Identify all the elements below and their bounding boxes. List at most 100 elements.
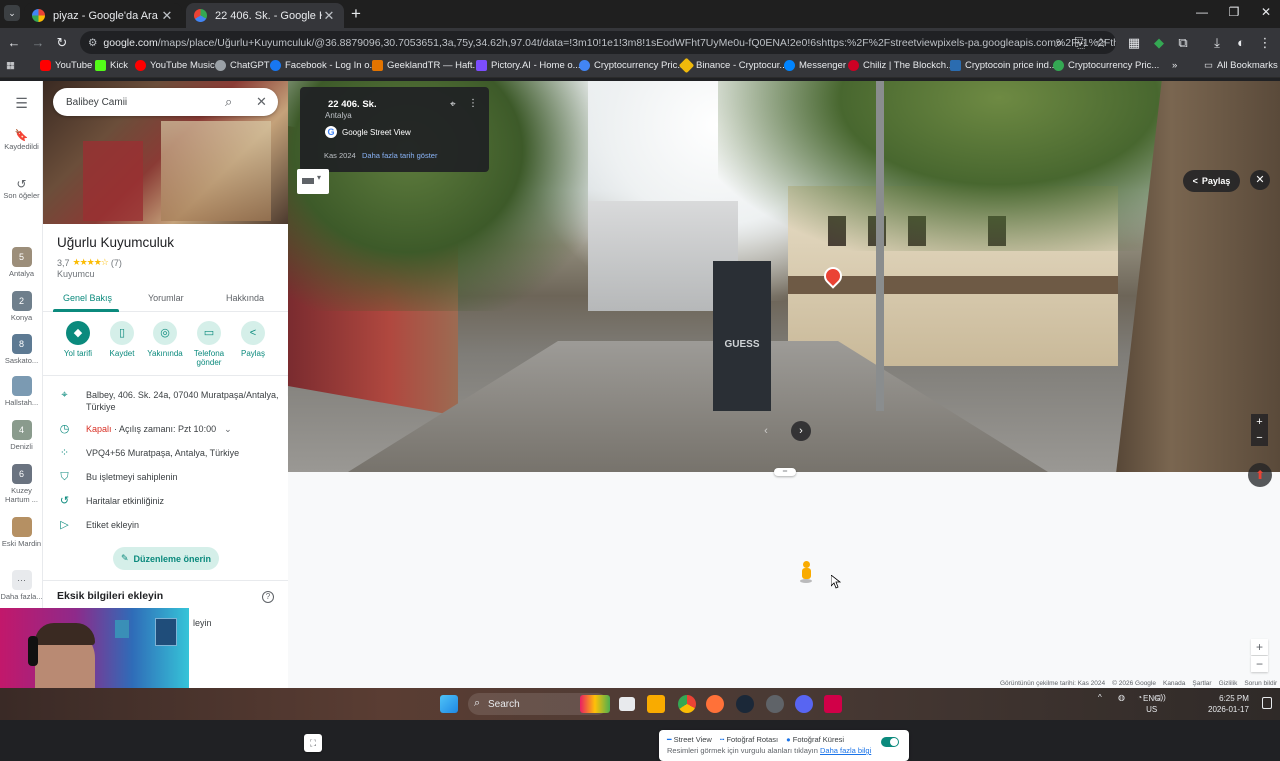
compass-icon[interactable]: ⬆ (1248, 463, 1272, 487)
map-zoom-in-button[interactable]: + (1251, 639, 1268, 655)
sv-share-button[interactable]: < Paylaş (1183, 170, 1240, 192)
place-category[interactable]: Kuyumcu (57, 269, 95, 279)
start-windows-icon[interactable] (440, 695, 458, 713)
bookmark-item[interactable]: Chiliz | The Blockch... (848, 60, 954, 71)
download-icon[interactable]: ⤓ (1208, 34, 1226, 52)
bookmark-star-icon[interactable]: ☆ (1092, 34, 1110, 52)
rail-recent-place[interactable]: 4 Denizli (0, 420, 43, 451)
bookmark-item[interactable]: GeeklandTR — Haft... (372, 60, 480, 71)
back-icon[interactable]: ← (5, 34, 23, 52)
extension-shield-icon[interactable]: ◆ (1150, 34, 1168, 52)
more-options-icon[interactable]: ⋮ (468, 98, 478, 109)
suggest-edit-button[interactable]: ✎ Düzenleme önerin (113, 547, 219, 570)
rail-recent-place[interactable]: 8 Saskato... (0, 334, 43, 365)
bookmark-item[interactable]: Cryptocurrency Pric... (579, 60, 685, 71)
more-dates-link[interactable]: Daha fazla tarih göster (362, 151, 437, 160)
bookmark-item[interactable]: Messenger (784, 60, 846, 71)
location-pin-icon[interactable]: ⌖ (450, 99, 456, 110)
extension-qr-icon[interactable]: ▦ (1125, 34, 1143, 52)
minimap-toggle[interactable]: ▾ (297, 169, 329, 194)
bookmark-item[interactable]: Pictory.AI - Home o... (476, 60, 581, 71)
menu-icon[interactable]: ☰ (0, 95, 43, 112)
rail-recent-place[interactable]: 5 Antalya (0, 247, 43, 278)
bookmarks-overflow-button[interactable]: » (1172, 60, 1177, 71)
plus-code-row[interactable]: ⁘ VPQ4+56 Muratpaşa, Antalya, Türkiye (57, 447, 283, 459)
directions-button[interactable]: ◆ Yol tarifi (55, 321, 101, 358)
sv-zoom-in-button[interactable]: + (1251, 414, 1268, 430)
pegman-icon[interactable] (800, 561, 812, 583)
steam-icon[interactable] (736, 695, 754, 713)
clear-search-icon[interactable]: ✕ (256, 94, 267, 110)
nearby-button[interactable]: ◎ Yakınında (142, 321, 188, 358)
file-explorer-icon[interactable] (647, 695, 665, 713)
window-maximize-button[interactable]: ❐ (1222, 5, 1246, 19)
search-box[interactable]: Balibey Camii ⌕ ✕ (53, 88, 278, 116)
share-button[interactable]: < Paylaş (230, 321, 276, 358)
bookmark-item[interactable]: Facebook - Log In o... (270, 60, 377, 71)
browser-menu-icon[interactable]: ⋮ (1256, 34, 1274, 52)
forward-icon[interactable]: → (29, 34, 47, 52)
widgets-icon[interactable] (580, 695, 610, 713)
bookmark-item[interactable]: Cryptocoin price ind... (950, 60, 1057, 71)
sv-close-button[interactable]: ✕ (1250, 170, 1270, 190)
claim-business-row[interactable]: ⛉ Bu işletmeyi sahiplenin (57, 471, 283, 483)
map-zoom-out-button[interactable]: − (1251, 656, 1268, 672)
install-app-icon[interactable]: ⎘ (1071, 34, 1089, 52)
bookmark-item[interactable]: YouTube (40, 60, 92, 71)
more-info-link[interactable]: Daha fazla bilgi (820, 746, 871, 755)
bookmark-item[interactable]: YouTube Music (135, 60, 215, 71)
wifi-icon[interactable]: ◔ (1137, 693, 1142, 702)
profile-avatar-icon[interactable]: ◐ (1232, 34, 1250, 52)
discord-icon[interactable] (795, 695, 813, 713)
taskbar-clock[interactable]: 6:25 PM 2026-01-17 (1208, 693, 1249, 715)
rating-row[interactable]: 3,7 ★★★★☆ (7) (57, 257, 122, 268)
missing-info-item[interactable]: leyin (193, 618, 212, 628)
window-close-button[interactable]: ✕ (1254, 5, 1278, 19)
extensions-puzzle-icon[interactable]: ⧉ (1174, 34, 1192, 52)
rail-saved[interactable]: 🔖 Kaydedildi (0, 129, 43, 151)
notifications-icon[interactable] (1262, 697, 1272, 709)
address-bar[interactable]: ⚙ google.com/maps/place/Uğurlu+Kuyumculu… (80, 31, 1116, 54)
reload-icon[interactable]: ↻ (53, 34, 71, 52)
resize-handle[interactable]: ═ (774, 468, 796, 476)
add-label-row[interactable]: ▷ Etiket ekleyin (57, 519, 283, 531)
window-minimize-button[interactable]: — (1190, 5, 1214, 19)
all-bookmarks-button[interactable]: ▭ All Bookmarks (1204, 60, 1278, 71)
tray-chevron-icon[interactable]: ^ (1098, 693, 1102, 702)
tab-close-icon[interactable]: ✕ (322, 8, 336, 24)
bookmark-item[interactable]: Kick (95, 60, 128, 71)
bookmark-item[interactable]: ChatGPT (215, 60, 270, 71)
hours-row[interactable]: ◷ Kapalı · Açılış zamanı: Pzt 10:00 ⌄ (57, 423, 283, 435)
search-input[interactable]: Balibey Camii (66, 97, 127, 108)
sv-nav-back-arrow-icon[interactable]: ‹ (756, 421, 776, 441)
apps-grid-icon[interactable]: ▦ (6, 60, 15, 71)
browser-tab-search[interactable]: piyaz - Google'da Ara ✕ (24, 3, 182, 28)
app-icon[interactable] (766, 695, 784, 713)
maps-activity-row[interactable]: ↺ Haritalar etkinliğiniz (57, 495, 283, 507)
street-view-layer-toggle[interactable] (881, 737, 899, 747)
input-language[interactable]: ENG US (1143, 693, 1160, 715)
site-info-icon[interactable]: ⚙ (88, 37, 97, 49)
send-to-phone-button[interactable]: ▭ Telefona gönder (186, 321, 232, 367)
rail-recent-place[interactable]: 6 Kuzey Hartum ... (0, 464, 43, 504)
nzxt-icon[interactable] (824, 695, 842, 713)
rail-recent-place[interactable]: 2 Konya (0, 291, 43, 322)
rail-recent-place[interactable]: Hallstah... (0, 376, 43, 407)
task-view-icon[interactable] (619, 697, 635, 711)
tab-close-icon[interactable]: ✕ (160, 8, 174, 24)
search-icon[interactable]: ⌕ (225, 94, 232, 110)
tab-about[interactable]: Hakkında (226, 293, 264, 303)
address-row[interactable]: ⌖ Balbey, 406. Sk. 24a, 07040 Muratpaşa/A… (57, 389, 283, 413)
rail-recent-place[interactable]: Eski Mardin (0, 517, 43, 548)
tab-overview[interactable]: Genel Bakış (63, 293, 112, 303)
firefox-icon[interactable] (706, 695, 724, 713)
microphone-icon[interactable]: ◍ (1118, 693, 1125, 702)
tab-search-menu-button[interactable]: ⌄ (4, 5, 20, 21)
sv-nav-forward-arrow-icon[interactable]: › (791, 421, 811, 441)
tab-reviews[interactable]: Yorumlar (148, 293, 184, 303)
bookmark-item[interactable]: Cryptocurrency Pric... (1053, 60, 1159, 71)
help-icon[interactable]: ? (262, 591, 274, 603)
expand-map-button[interactable]: ⛶ (304, 734, 322, 752)
chrome-icon[interactable] (678, 695, 696, 713)
rail-more[interactable]: ··· Daha fazla... (0, 570, 43, 601)
